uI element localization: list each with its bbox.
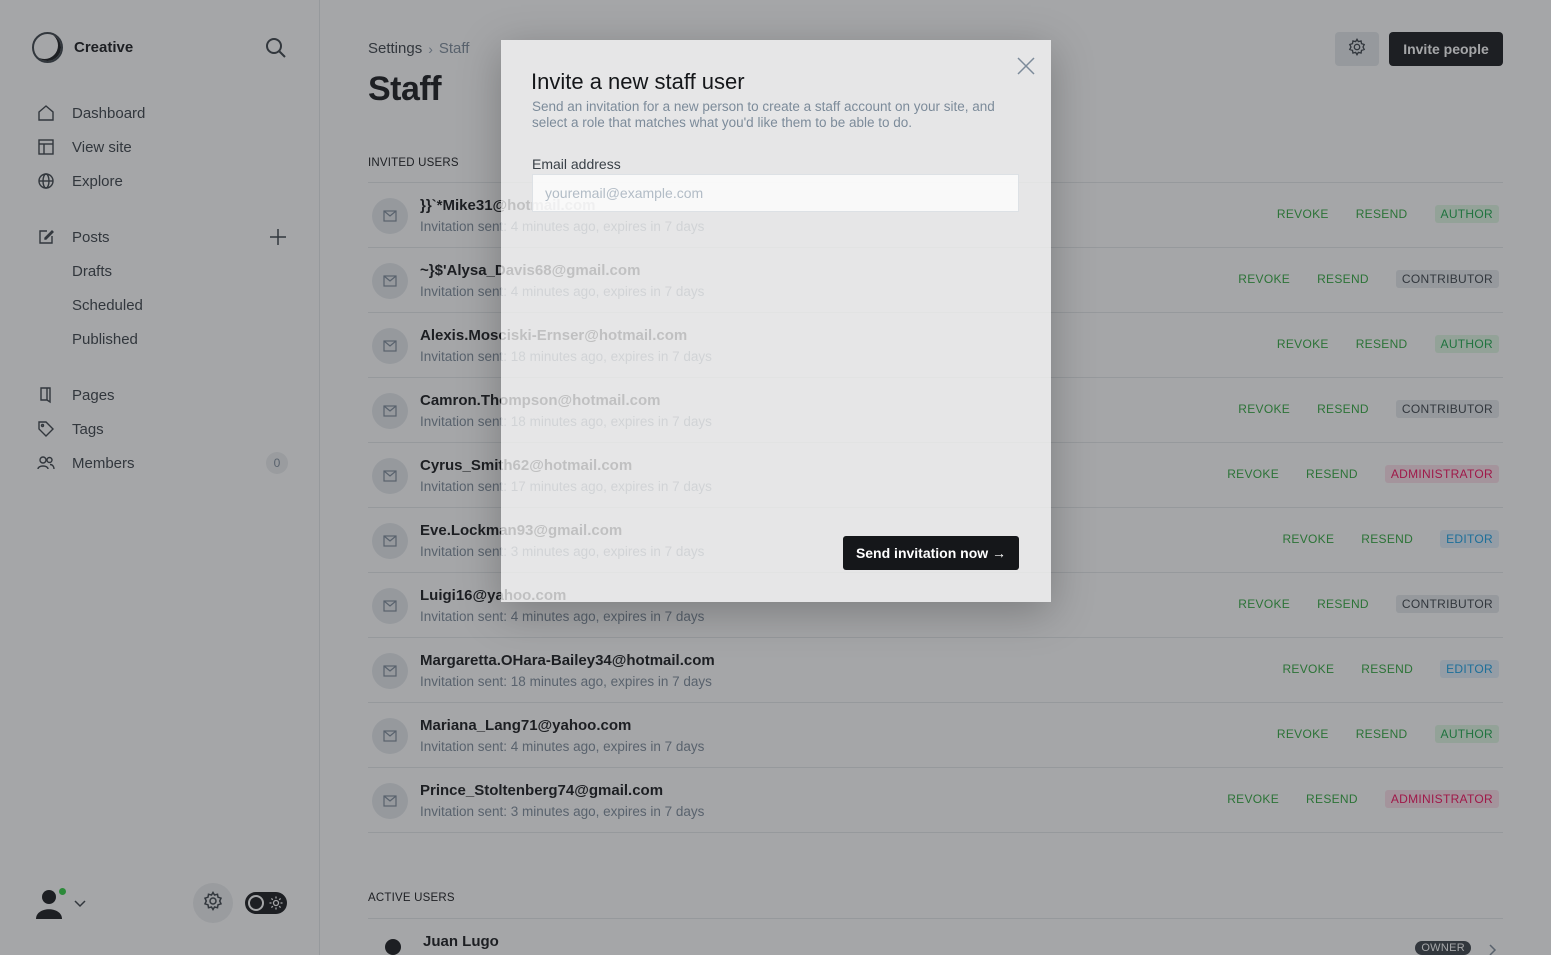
email-field[interactable]: [532, 174, 1019, 212]
send-invitation-button[interactable]: Send invitation now →: [843, 536, 1019, 570]
invite-staff-modal: Invite a new staff user Send an invitati…: [501, 40, 1051, 602]
modal-title: Invite a new staff user: [531, 69, 745, 94]
email-field-label: Email address: [532, 156, 621, 172]
modal-description: Send an invitation for a new person to c…: [532, 99, 995, 130]
close-icon[interactable]: [1015, 55, 1037, 77]
